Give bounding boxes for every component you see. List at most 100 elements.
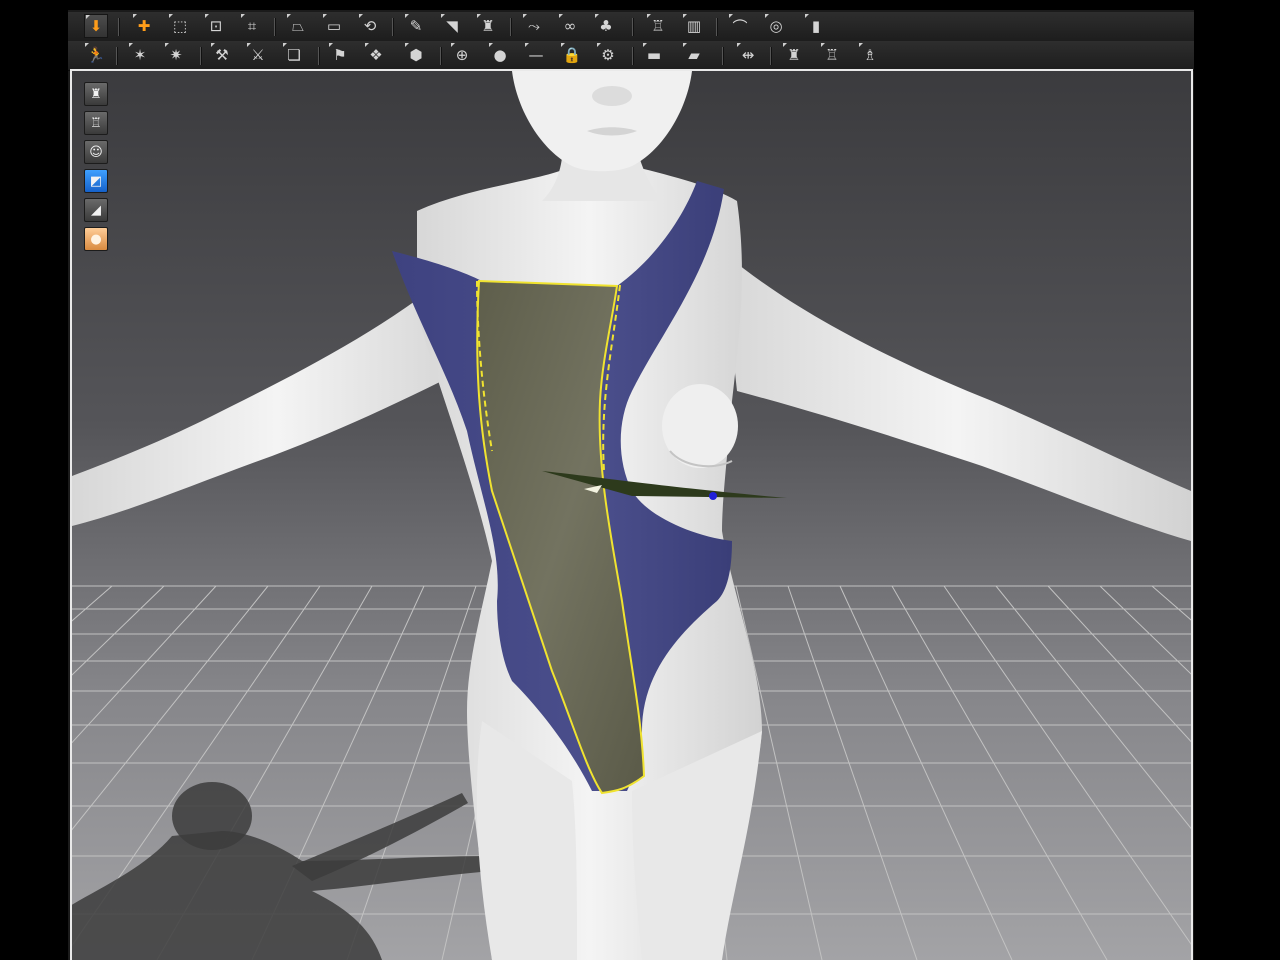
polygon-icon: ⏢ <box>291 17 304 35</box>
submenu-corner-icon <box>287 14 291 18</box>
submenu-corner-icon <box>561 43 565 47</box>
tack-button[interactable]: ▥ <box>682 14 706 38</box>
submenu-corner-icon <box>559 14 563 18</box>
ruler-button[interactable]: ▮ <box>804 14 828 38</box>
strengthen-button[interactable]: ⚒ <box>210 43 234 67</box>
show-garment-wire-button[interactable]: ♖ <box>84 111 108 135</box>
submenu-corner-icon <box>729 14 733 18</box>
simulate-button[interactable]: ⬇ <box>84 14 108 38</box>
tape-strip-icon: ▰ <box>688 46 700 64</box>
fasten-button[interactable]: — <box>524 43 548 67</box>
edit-points-button[interactable]: ⊡ <box>204 14 228 38</box>
circumference-button[interactable]: ◎ <box>764 14 788 38</box>
tshirt-icon: ♜ <box>90 86 102 102</box>
tack-icon: ▥ <box>686 17 702 35</box>
skin-offset-button[interactable]: ♗ <box>858 43 882 67</box>
transform-pattern-button[interactable]: ✚ <box>132 14 156 38</box>
align-button[interactable]: ⇹ <box>736 43 760 67</box>
grid-line <box>1047 585 1191 743</box>
submenu-corner-icon <box>85 43 89 47</box>
submenu-corner-icon <box>169 14 173 18</box>
layer-shirt-icon: ♖ <box>825 46 839 64</box>
submenu-corner-icon <box>643 43 647 47</box>
avatar-pose-button[interactable]: 🏃 <box>84 43 108 67</box>
transform-select-button[interactable]: ⬚ <box>168 14 192 38</box>
tshirt-outline-icon: ♖ <box>90 115 102 131</box>
edit-curve-button[interactable]: ⌗ <box>240 14 264 38</box>
trace-tool-button[interactable]: ♜ <box>476 14 500 38</box>
show-avatar-button[interactable]: ☺ <box>84 140 108 164</box>
zipper-button[interactable]: ⚙ <box>596 43 620 67</box>
submenu-corner-icon <box>359 14 363 18</box>
toolbar-separator <box>274 18 276 36</box>
segment-sewing-button[interactable]: ⤳ <box>522 14 546 38</box>
avatar-display-button[interactable]: ● <box>84 227 108 251</box>
submenu-corner-icon <box>859 43 863 47</box>
grid-line <box>346 585 477 960</box>
dart-tool-button[interactable]: ◥ <box>440 14 464 38</box>
polygon-tool-button[interactable]: ⏢ <box>286 14 310 38</box>
main-toolbar-row-1: ⬇ ✚ ⬚ ⊡ ⌗ ⏢ ▭ ⟲ ✎ ◥ ♜ ⤳ ∞ ♣ ♖ ▥ ⌒ ◎ ▮ <box>68 12 1194 42</box>
measure-button[interactable]: ⌒ <box>728 14 752 38</box>
3d-viewport[interactable]: ♜ ♖ ☺ ◩ ◢ ● <box>70 69 1193 960</box>
toolbar-separator <box>118 18 120 36</box>
grid-line <box>891 585 1108 960</box>
bind-button[interactable]: ▬ <box>642 43 666 67</box>
toolbar-separator <box>116 47 118 65</box>
show-texture-button[interactable]: ◩ <box>84 169 108 193</box>
buttonhole-icon: ● <box>493 46 507 64</box>
ring-icon: ◎ <box>769 17 783 35</box>
submenu-corner-icon <box>129 43 133 47</box>
avatar-shadow <box>72 782 492 960</box>
grid-line <box>839 585 1013 960</box>
internal-line-button[interactable]: ✎ <box>404 14 428 38</box>
rectangle-tool-button[interactable]: ▭ <box>322 14 346 38</box>
lock-icon: 🔒 <box>562 46 582 64</box>
toolbar-separator <box>440 47 442 65</box>
toolbar-separator <box>716 18 718 36</box>
submenu-corner-icon <box>405 43 409 47</box>
sewing-segment-icon: ⤳ <box>527 17 540 35</box>
pin-box-button[interactable]: ✷ <box>164 43 188 67</box>
submenu-corner-icon <box>805 14 809 18</box>
pin-button[interactable]: ✶ <box>128 43 152 67</box>
toolbar-separator <box>392 18 394 36</box>
submenu-corner-icon <box>165 43 169 47</box>
free-sewing-button[interactable]: ∞ <box>558 14 582 38</box>
circle-tool-button[interactable]: ⟲ <box>358 14 382 38</box>
shirt-fold-icon: ♖ <box>651 17 665 35</box>
buttonhole-button[interactable]: ● <box>488 43 512 67</box>
submenu-corner-icon <box>765 14 769 18</box>
fold-arrangement-button[interactable]: ♖ <box>646 14 670 38</box>
grid-line <box>943 585 1191 945</box>
puckering-button[interactable]: ❖ <box>364 43 388 67</box>
main-toolbar-row-2: 🏃 ✶ ✷ ⚒ ⚔ ❏ ⚑ ❖ ⬢ ⊕ ● — 🔒 ⚙ ▬ ▰ ⇹ ♜ ♖ ♗ <box>68 41 1194 71</box>
submenu-corner-icon <box>525 43 529 47</box>
graphic-button[interactable]: ⚑ <box>328 43 352 67</box>
running-figure-icon: 🏃 <box>86 46 106 64</box>
toolbar-separator <box>318 47 320 65</box>
skin-avatar-icon: ● <box>90 231 102 247</box>
shrink-button[interactable]: ⚔ <box>246 43 270 67</box>
show-mesh-button[interactable]: ◢ <box>84 198 108 222</box>
3d-scene[interactable] <box>72 71 1191 960</box>
zipper-lock-button[interactable]: 🔒 <box>560 43 584 67</box>
ruler-icon: ▮ <box>811 17 821 35</box>
edit-texture-button[interactable]: ❏ <box>282 43 306 67</box>
layer-button[interactable]: ♖ <box>820 43 844 67</box>
sewing-free-icon: ∞ <box>563 17 577 35</box>
submenu-corner-icon <box>489 43 493 47</box>
button-tool-button[interactable]: ⊕ <box>450 43 474 67</box>
tape-icon: ⌒ <box>732 17 748 36</box>
sewing-check-icon: ♣ <box>599 17 613 35</box>
submenu-corner-icon <box>441 14 445 18</box>
topstitch-button[interactable]: ⬢ <box>404 43 428 67</box>
move-plus-icon: ✚ <box>137 17 151 35</box>
fold-button[interactable]: ♜ <box>782 43 806 67</box>
submenu-corner-icon <box>205 14 209 18</box>
submenu-corner-icon <box>523 14 527 18</box>
check-sewing-button[interactable]: ♣ <box>594 14 618 38</box>
submenu-corner-icon <box>86 15 90 19</box>
tape-button[interactable]: ▰ <box>682 43 706 67</box>
show-garment-button[interactable]: ♜ <box>84 82 108 106</box>
